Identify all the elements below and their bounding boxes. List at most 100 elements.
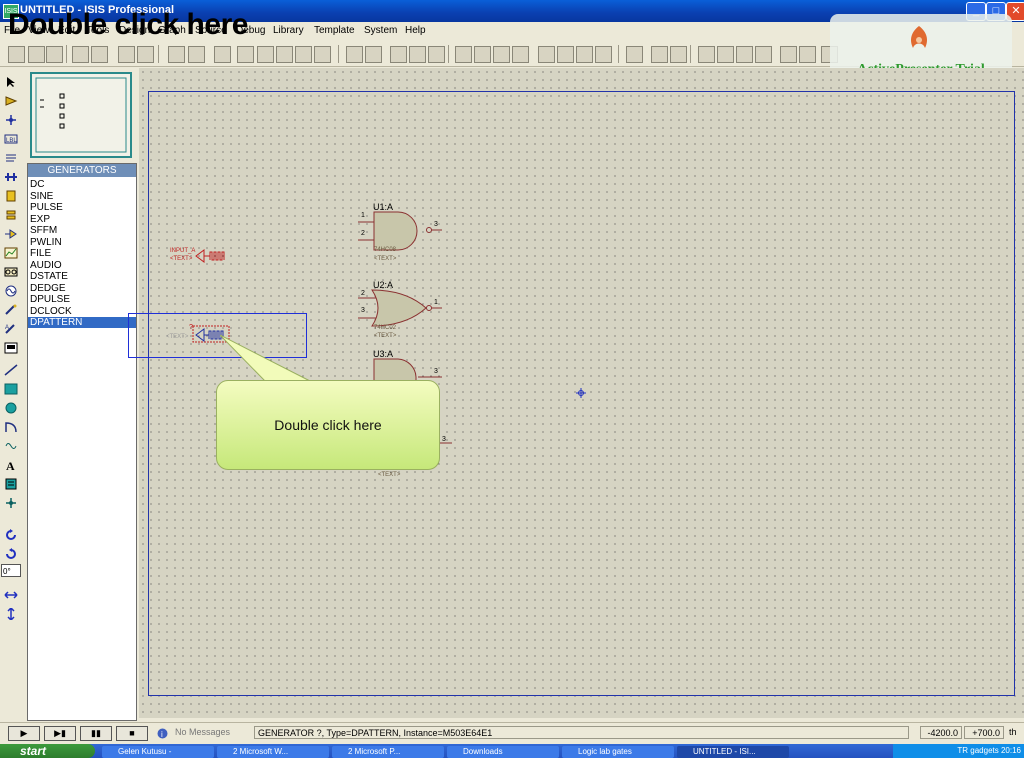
block-rotate-icon[interactable] — [493, 46, 510, 63]
text-tool-icon[interactable]: A — [4, 459, 18, 471]
device-list-item[interactable]: DC — [30, 179, 134, 190]
symbol-tool-icon[interactable] — [4, 478, 18, 490]
taskbar-item-isis[interactable]: UNTITLED - ISI... — [677, 746, 789, 758]
exit-to-parent-icon[interactable] — [755, 46, 772, 63]
taskbar-item-mail[interactable]: Gelen Kutusu - — [102, 746, 214, 758]
zoom-out-icon[interactable] — [276, 46, 293, 63]
play-button[interactable]: ▶ — [8, 726, 40, 741]
print-icon[interactable] — [118, 46, 135, 63]
path-tool-icon[interactable] — [4, 440, 18, 452]
messages-field[interactable]: No Messages — [172, 726, 242, 739]
menu-system[interactable]: System — [364, 25, 397, 36]
tape-recorder-icon[interactable] — [4, 266, 18, 278]
grid-icon[interactable] — [188, 46, 205, 63]
packaging-icon[interactable] — [576, 46, 593, 63]
generator-mode-icon[interactable] — [4, 285, 18, 297]
device-list-item[interactable]: DCLOCK — [30, 306, 134, 317]
paste-icon[interactable] — [428, 46, 445, 63]
block-move-icon[interactable] — [474, 46, 491, 63]
taskbar-item-word[interactable]: 2 Microsoft W... — [217, 746, 329, 758]
rotate-clockwise-icon[interactable] — [4, 529, 18, 541]
device-list-item[interactable]: EXP — [30, 214, 134, 225]
overview-window[interactable] — [30, 72, 132, 158]
device-list-item[interactable]: SFFM — [30, 225, 134, 236]
make-device-icon[interactable] — [557, 46, 574, 63]
wire-autorouter-icon[interactable] — [626, 46, 643, 63]
zoom-in-icon[interactable] — [257, 46, 274, 63]
device-list-item[interactable]: SINE — [30, 191, 134, 202]
mirror-y-icon[interactable] — [4, 608, 18, 620]
pan-icon[interactable] — [237, 46, 254, 63]
bill-of-materials-icon[interactable] — [780, 46, 797, 63]
current-probe-icon[interactable]: A — [4, 323, 18, 335]
text-script-icon[interactable] — [4, 152, 18, 164]
property-assign-icon[interactable] — [670, 46, 687, 63]
device-list-item[interactable]: PULSE — [30, 202, 134, 213]
origin-icon[interactable] — [214, 46, 231, 63]
overview-preview — [35, 77, 127, 153]
step-button[interactable]: ▶▮ — [44, 726, 76, 741]
taskbar-item-powerpoint[interactable]: 2 Microsoft P... — [332, 746, 444, 758]
remove-sheet-icon[interactable] — [736, 46, 753, 63]
virtual-instrument-icon[interactable] — [4, 342, 18, 354]
and-gate-u1[interactable] — [356, 210, 446, 252]
device-list-item[interactable]: AUDIO — [30, 260, 134, 271]
device-list-item[interactable]: FILE — [30, 248, 134, 259]
redo-icon[interactable] — [365, 46, 382, 63]
zoom-all-icon[interactable] — [295, 46, 312, 63]
graph-mode-icon[interactable] — [4, 247, 18, 259]
arc-tool-icon[interactable] — [4, 421, 18, 433]
new-sheet-icon[interactable] — [698, 46, 715, 63]
refresh-icon[interactable] — [168, 46, 185, 63]
generator1-symbol-icon[interactable] — [194, 248, 228, 264]
subcircuit-icon[interactable] — [4, 190, 18, 202]
wire-label-icon[interactable]: LBL — [4, 133, 18, 145]
device-list-item[interactable]: DEDGE — [30, 283, 134, 294]
pick-device-icon[interactable] — [538, 46, 555, 63]
box-tool-icon[interactable] — [4, 383, 18, 395]
rotation-angle-field[interactable]: 0° — [1, 564, 21, 577]
voltage-probe-icon[interactable] — [4, 304, 18, 316]
menu-library[interactable]: Library — [273, 25, 304, 36]
add-sheet-icon[interactable] — [717, 46, 734, 63]
block-copy-icon[interactable] — [455, 46, 472, 63]
nor-gate-u2[interactable] — [356, 288, 446, 328]
copy-icon[interactable] — [409, 46, 426, 63]
save-icon[interactable] — [46, 46, 63, 63]
decompose-icon[interactable] — [595, 46, 612, 63]
mirror-x-icon[interactable] — [4, 589, 18, 601]
gate-u3-pin-out: 3 — [434, 368, 438, 375]
electrical-check-icon[interactable] — [799, 46, 816, 63]
junction-dot-icon[interactable] — [4, 114, 18, 126]
menu-template[interactable]: Template — [314, 25, 355, 36]
import-icon[interactable] — [72, 46, 89, 63]
device-list-item[interactable]: DPULSE — [30, 294, 134, 305]
stop-button[interactable]: ■ — [116, 726, 148, 741]
block-delete-icon[interactable] — [512, 46, 529, 63]
device-list-item-selected[interactable]: DPATTERN — [28, 317, 136, 328]
taskbar-item-downloads[interactable]: Downloads — [447, 746, 559, 758]
device-pins-icon[interactable] — [4, 228, 18, 240]
open-file-icon[interactable] — [28, 46, 45, 63]
taskbar-item-logic-lab[interactable]: Logic lab gates — [562, 746, 674, 758]
area-icon[interactable] — [137, 46, 154, 63]
menu-help[interactable]: Help — [405, 25, 426, 36]
rotate-anticlockwise-icon[interactable] — [4, 548, 18, 560]
device-list-item[interactable]: DSTATE — [30, 271, 134, 282]
export-icon[interactable] — [91, 46, 108, 63]
search-tag-icon[interactable] — [651, 46, 668, 63]
line-tool-icon[interactable] — [4, 364, 18, 376]
new-file-icon[interactable] — [8, 46, 25, 63]
zoom-area-icon[interactable] — [314, 46, 331, 63]
bus-icon[interactable] — [4, 171, 18, 183]
marker-tool-icon[interactable] — [4, 497, 18, 509]
component-mode-icon[interactable] — [4, 95, 18, 107]
device-list-item[interactable]: PWLIN — [30, 237, 134, 248]
circle-tool-icon[interactable] — [4, 402, 18, 414]
pause-button[interactable]: ▮▮ — [80, 726, 112, 741]
selection-mode-icon[interactable] — [4, 76, 18, 88]
cut-icon[interactable] — [390, 46, 407, 63]
undo-icon[interactable] — [346, 46, 363, 63]
terminals-icon[interactable] — [4, 209, 18, 221]
start-button[interactable]: start — [0, 744, 95, 758]
